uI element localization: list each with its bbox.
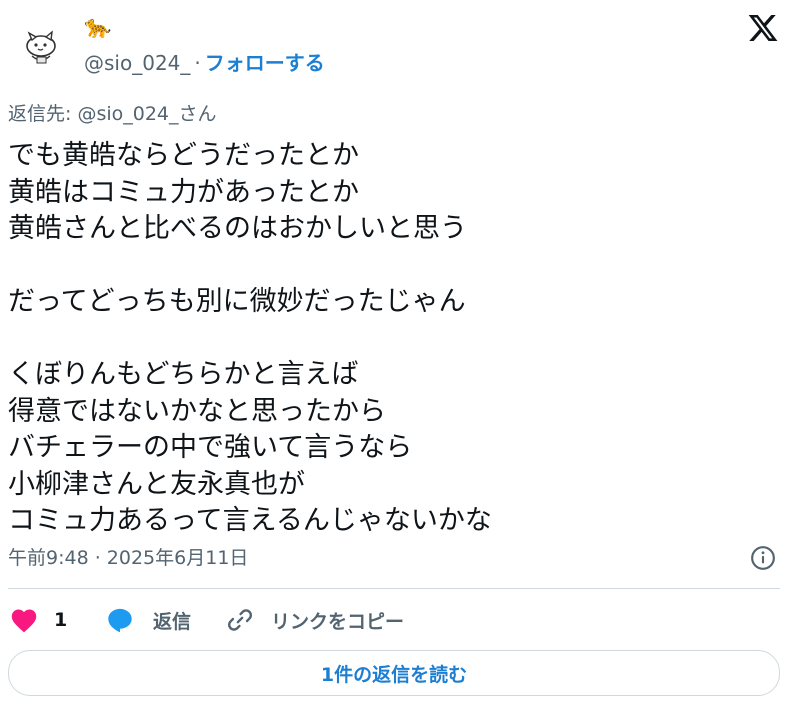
heart-icon [11,609,37,633]
reply-label: 返信 [153,610,192,633]
divider [8,588,780,589]
avatar[interactable] [10,18,70,78]
copy-link-button[interactable]: リンクをコピー [227,604,404,636]
tweet-line: 得意ではないかなと思ったから [8,395,386,427]
timestamp[interactable]: 午前9:48 · 2025年6月11日 [8,544,248,572]
reply-button[interactable]: 返信 [105,604,191,636]
tweet-line [8,321,788,358]
tweet-line: だってどっちも別に微妙だったじゃん [8,286,466,317]
x-logo-icon[interactable] [746,12,780,44]
like-button[interactable]: 1 [10,604,67,636]
handle-row: @sio_024_ · フォローする [84,49,325,77]
tweet-line: コミュ力あるって言えるんじゃないかな [8,505,492,536]
tweet-line: くぼりんもどちらかと言えば [8,359,359,390]
separator-dot: · [194,51,201,75]
tweet-line: でも黄皓ならどうだったとか [8,140,359,171]
like-count: 1 [54,609,68,631]
link-icon [228,609,252,631]
tweet-line: 黄皓はコミュ力があったとか [8,176,359,208]
tweet-body: でも黄皓ならどうだったとか 黄皓はコミュ力があったとか 黄皓さんと比べるのはおか… [8,138,788,540]
tweet-line: 小柳津さんと友永真也が [8,468,305,500]
read-replies-button[interactable]: 1件の返信を読む [8,650,780,696]
reply-to-text: 返信先: @sio_024_さん [8,103,217,125]
display-name[interactable]: 🐆 [84,14,111,42]
info-icon[interactable] [750,545,776,571]
tweet-line: バチェラーの中で強いて言うなら [8,432,413,463]
reply-bubble-icon [108,608,132,633]
tweet-line: 黄皓さんと比べるのはおかしいと思う [8,213,467,244]
copy-link-label: リンクをコピー [271,610,405,633]
user-handle[interactable]: @sio_024_ [84,51,190,75]
follow-link[interactable]: フォローする [205,51,325,75]
tweet-line [8,248,788,285]
